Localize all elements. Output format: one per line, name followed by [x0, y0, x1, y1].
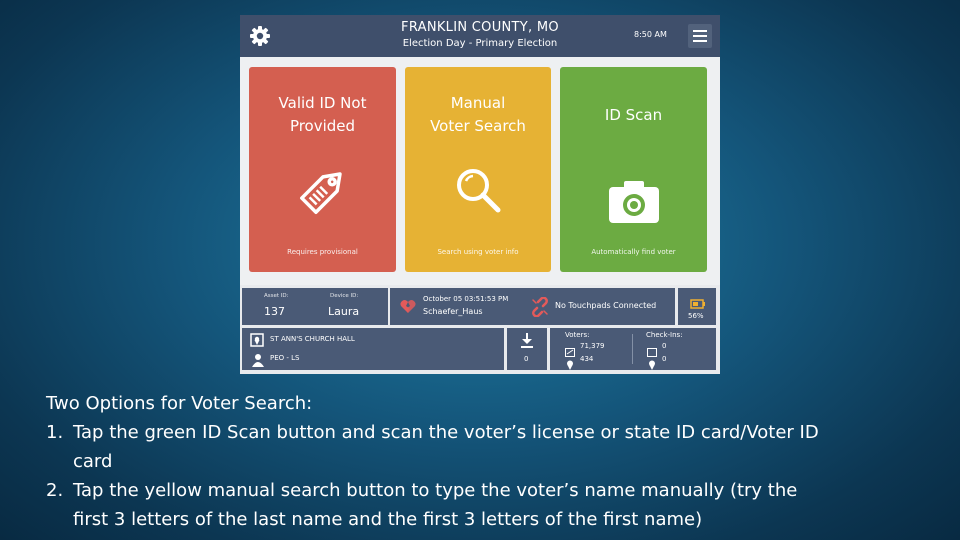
election-subtitle: Election Day - Primary Election [402, 38, 558, 49]
tag-icon [291, 161, 355, 225]
instructions-list: 1. Tap the green ID Scan button and scan… [46, 418, 926, 534]
list-item: 1. Tap the green ID Scan button and scan… [46, 422, 819, 472]
asset-id: 137 [264, 305, 285, 318]
manual-voter-search-button[interactable]: Manual Voter Search Search using voter i… [405, 67, 551, 272]
app-header: FRANKLIN COUNTY, MO Election Day - Prima… [240, 15, 720, 57]
notification-date: October 05 03:51:53 PM [423, 295, 509, 303]
tile-title: Manual [450, 94, 506, 112]
checkins-count: 0 [662, 342, 667, 350]
broken-link-icon [530, 296, 550, 321]
location-panel: ST ANN'S CHURCH HALL PEO - LS [242, 328, 504, 370]
device-info-panel: Asset ID: Device ID: 137 Laura [242, 288, 388, 325]
tile-caption: Requires provisional [287, 248, 358, 256]
status-area: Asset ID: Device ID: 137 Laura October 0… [240, 285, 720, 374]
voters-local: 434 [580, 355, 594, 363]
user-role: PEO - LS [270, 354, 300, 362]
id-scan-button[interactable]: ID Scan Automatically find voter [560, 67, 707, 272]
notification-user: Schaefer_Haus [423, 307, 483, 316]
download-count: 0 [524, 355, 529, 363]
county-title: FRANKLIN COUNTY, MO [401, 20, 559, 35]
battery-panel: 56% [678, 288, 716, 325]
user-icon [252, 352, 264, 371]
download-button[interactable]: 0 [507, 328, 547, 370]
voter-stats-panel: Voters: 71,379 434 Check-Ins: 0 0 [550, 328, 716, 370]
battery-icon [690, 294, 706, 313]
device-id: Laura [328, 305, 360, 318]
tile-caption: Automatically find voter [591, 248, 676, 256]
hamburger-icon [693, 30, 707, 32]
list-item: 2. Tap the yellow manual search button t… [46, 480, 798, 530]
menu-button[interactable] [688, 24, 712, 48]
tile-title: Provided [289, 117, 356, 135]
gear-icon[interactable] [249, 25, 271, 47]
tile-title: Voter Search [430, 117, 526, 135]
clock: 8:50 AM [634, 30, 667, 39]
instructions: Two Options for Voter Search: 1. Tap the… [46, 389, 926, 534]
polling-location: ST ANN'S CHURCH HALL [270, 335, 355, 343]
search-icon [451, 163, 507, 223]
download-icon [519, 332, 535, 352]
location-pin-icon [648, 355, 656, 374]
broken-heart-icon [399, 298, 417, 318]
valid-id-not-provided-button[interactable]: Valid ID Not Provided Requires provision… [249, 67, 396, 272]
stats-divider [632, 334, 633, 364]
touchpad-status: No Touchpads Connected [555, 301, 657, 310]
instructions-heading: Two Options for Voter Search: [46, 393, 313, 414]
election-app-screenshot: FRANKLIN COUNTY, MO Election Day - Prima… [240, 15, 720, 374]
map-icon [250, 332, 264, 351]
tile-title: ID Scan [604, 106, 663, 124]
tile-caption: Search using voter info [437, 248, 519, 256]
location-pin-icon [566, 355, 574, 374]
camera-icon [607, 177, 661, 229]
tile-title: Valid ID Not [278, 94, 367, 112]
notification-panel[interactable]: October 05 03:51:53 PM Schaefer_Haus No … [390, 288, 675, 325]
battery-level: 56% [688, 312, 704, 320]
voters-count: 71,379 [580, 342, 605, 350]
checkins-local: 0 [662, 355, 667, 363]
